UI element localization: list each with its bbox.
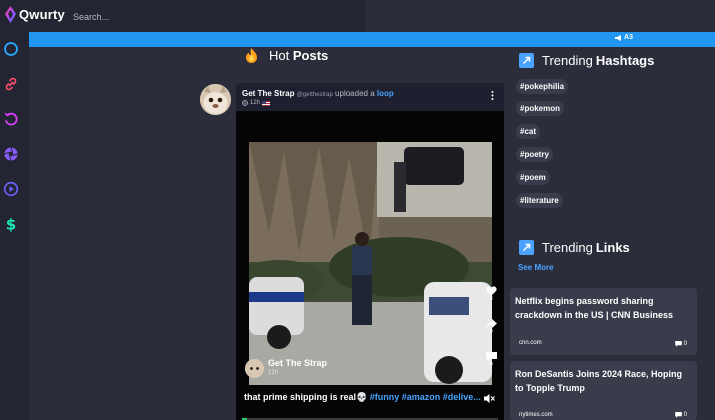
hashtag-chip[interactable]: #cat [516,124,541,139]
top-bar: Qwurty [0,0,715,32]
like-action[interactable]: 3 [485,286,497,302]
video-player[interactable]: Get The Strap 12h 3 0 0 that prime shipp… [236,111,504,420]
feed-title-bold: Posts [292,48,329,63]
trending-links-title: Trending Links [519,240,630,255]
trending-arrow-icon [519,53,534,68]
heart-icon [485,286,497,296]
logo[interactable]: Qwurty [5,6,65,23]
globe-icon [242,100,248,106]
feed-title: Hot Posts [245,48,328,63]
video-scene-image [249,142,492,385]
post-caption: that prime shipping is real💀 #funny #ama… [244,392,481,403]
post-header: Get The Strap @getthestrap uploaded a lo… [242,89,394,98]
avatar-cat-image [200,84,231,115]
hashtag-chip[interactable]: #poetry [516,147,553,162]
video-overlay-username[interactable]: Get The Strap [268,358,327,368]
megaphone-icon [615,34,622,41]
us-flag-icon [262,100,271,106]
comment-icon [674,341,682,347]
link-title[interactable]: Ron DeSantis Joins 2024 Race, Hoping to … [515,367,693,395]
more-options-icon[interactable] [491,91,494,100]
trending-link-card[interactable]: Ron DeSantis Joins 2024 Race, Hoping to … [510,361,697,420]
caption-tags[interactable]: #funny #amazon #delive... [370,392,481,402]
camera-aperture-icon[interactable] [3,146,19,162]
search-input[interactable] [73,9,353,25]
share-action[interactable]: 0 [485,319,497,335]
post-action-link[interactable]: loop [377,89,394,98]
dollar-icon[interactable]: $ [3,216,19,232]
link-comment-count[interactable]: 0 [674,412,687,418]
hashtags-title-bold: Hashtags [595,53,655,68]
post-time: 12h [250,100,261,106]
play-icon[interactable] [3,181,19,197]
circle-icon[interactable] [3,41,19,57]
post-handle[interactable]: @getthestrap [297,92,333,98]
video-frame [249,142,492,385]
comment-icon [485,352,497,362]
share-count: 0 [489,329,493,335]
feed-title-prefix: Hot [269,48,290,63]
video-overlay-time: 12h [268,370,279,376]
hashtag-chip[interactable]: #poem [516,170,550,185]
trending-hashtags-title: Trending Hashtags [519,53,654,68]
qwurty-logo-icon [5,6,16,23]
link-domain: nytimes.com [519,412,553,418]
hashtag-chip[interactable]: #pokemon [516,101,565,116]
caption-text: that prime shipping is real💀 [244,392,370,402]
links-title-bold: Links [595,240,630,255]
app-name: Qwurty [19,7,65,22]
top-bar-left: Qwurty [0,0,365,32]
notice-badge-label: A3 [624,34,633,41]
like-count: 3 [489,296,493,302]
post-meta: 12h [242,100,271,106]
fire-icon [246,48,257,63]
link-title[interactable]: Netflix begins password sharing crackdow… [515,294,693,322]
link-comment-count[interactable]: 0 [674,341,687,347]
post-card[interactable]: Get The Strap @getthestrap uploaded a lo… [236,83,504,420]
svg-text:$: $ [6,216,16,232]
see-more-link[interactable]: See More [518,263,554,272]
post-action: uploaded a [335,89,375,98]
comment-action[interactable]: 0 [485,352,497,368]
link-domain: cnn.com [519,340,542,346]
loop-icon[interactable] [3,111,19,127]
mute-icon[interactable] [484,393,495,404]
links-title-prefix: Trending [542,240,593,255]
trending-link-card[interactable]: Netflix begins password sharing crackdow… [510,288,697,355]
share-arrow-icon [485,319,497,329]
trending-arrow-icon [519,240,534,255]
hashtag-chip[interactable]: #literature [516,193,563,208]
link-count-value: 0 [683,341,687,347]
notice-bar[interactable]: A3 [29,32,715,47]
left-sidebar: $ [0,32,29,420]
comment-count: 0 [489,362,493,368]
link-count-value: 0 [683,412,687,418]
comment-icon [674,412,682,418]
link-icon[interactable] [3,76,19,92]
hashtags-title-prefix: Trending [542,53,593,68]
video-overlay-avatar[interactable] [245,359,264,378]
post-username[interactable]: Get The Strap [242,89,294,98]
hashtag-chip[interactable]: #pokephilia [516,79,569,94]
notice-badge[interactable]: A3 [615,34,633,41]
avatar-cat-image [245,359,264,378]
avatar[interactable] [200,84,231,115]
